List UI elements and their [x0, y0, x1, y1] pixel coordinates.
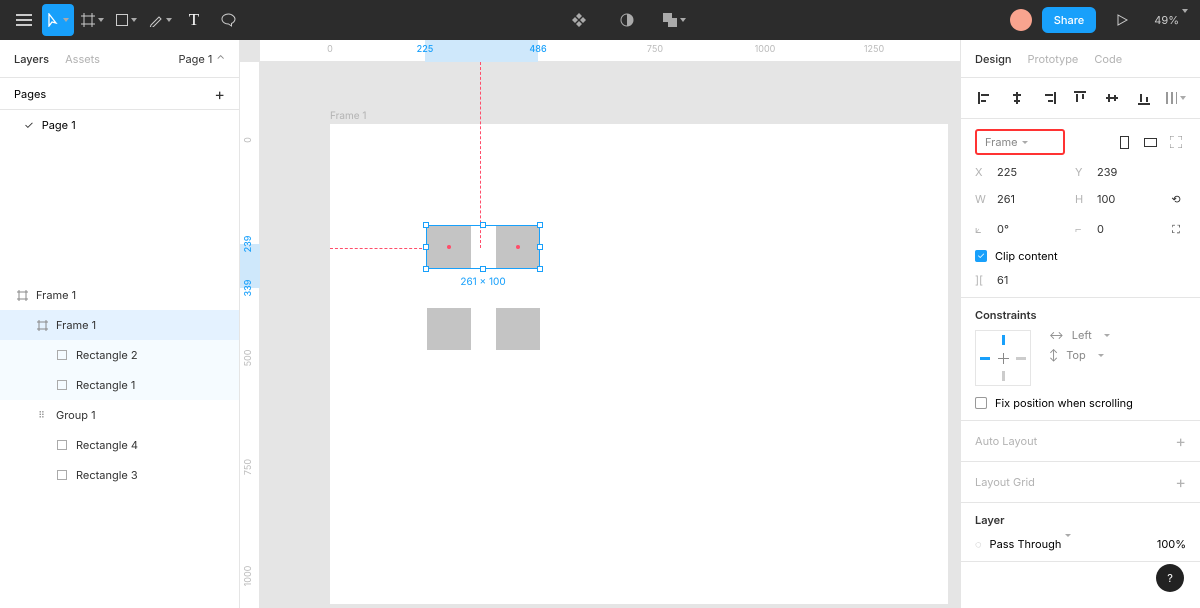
- tab-prototype[interactable]: Prototype: [1028, 52, 1079, 66]
- gap-input[interactable]: 61: [997, 273, 1047, 287]
- rotation-input[interactable]: 0°: [997, 222, 1047, 236]
- layer-rect[interactable]: Rectangle 4: [0, 430, 239, 460]
- avatar[interactable]: [1010, 9, 1032, 31]
- blend-icon: ◌: [975, 537, 982, 551]
- artboard-label[interactable]: Frame 1: [330, 110, 366, 122]
- w-input[interactable]: 261: [997, 192, 1047, 206]
- layer-rect[interactable]: Rectangle 3: [0, 460, 239, 490]
- align-h-center-icon[interactable]: [1007, 88, 1027, 108]
- ruler-vertical: 0 239 339 500 750 1000: [240, 62, 260, 608]
- angle-icon: ⟀: [975, 222, 989, 237]
- artboard[interactable]: [330, 124, 948, 604]
- left-panel: Layers Assets Page 1 ⌃ Pages + ✓Page 1 F…: [0, 40, 240, 608]
- orient-portrait-icon[interactable]: [1114, 132, 1134, 152]
- selection-dims: 261 × 100: [460, 276, 505, 288]
- align-v-center-icon[interactable]: [1102, 88, 1122, 108]
- constraints-box[interactable]: [975, 330, 1031, 386]
- frame-type-select[interactable]: Frame: [975, 129, 1065, 155]
- opacity-input[interactable]: 100%: [1157, 537, 1186, 551]
- y-input[interactable]: 239: [1097, 165, 1147, 179]
- blend-select[interactable]: Pass Through: [990, 537, 1072, 551]
- align-top-icon[interactable]: [1070, 88, 1090, 108]
- page-item[interactable]: ✓Page 1: [0, 110, 239, 140]
- zoom-level[interactable]: 49%: [1154, 13, 1188, 27]
- tab-assets[interactable]: Assets: [65, 52, 100, 66]
- align-row: [961, 78, 1200, 119]
- add-autolayout[interactable]: +: [1175, 431, 1186, 451]
- expand-icon[interactable]: ⛶: [1166, 219, 1186, 239]
- align-right-icon[interactable]: [1039, 88, 1059, 108]
- fix-checkbox[interactable]: [975, 397, 987, 409]
- clip-checkbox[interactable]: ✓: [975, 250, 987, 262]
- radius-icon: ⌐: [1075, 222, 1089, 236]
- x-input[interactable]: 225: [997, 165, 1047, 179]
- tab-design[interactable]: Design: [975, 52, 1012, 66]
- top-toolbar: T Share 49%: [0, 0, 1200, 40]
- move-tool[interactable]: [42, 4, 74, 36]
- frame-tool[interactable]: [76, 4, 108, 36]
- align-bottom-icon[interactable]: [1134, 88, 1154, 108]
- add-grid[interactable]: +: [1175, 472, 1186, 492]
- rect-3[interactable]: [427, 308, 471, 350]
- layout-grid-header: Layout Grid: [975, 475, 1035, 489]
- distribute-icon[interactable]: [1166, 88, 1186, 108]
- page-selector[interactable]: Page 1 ⌃: [178, 52, 225, 66]
- add-page-button[interactable]: +: [214, 84, 225, 104]
- radius-input[interactable]: 0: [1097, 222, 1147, 236]
- share-button[interactable]: Share: [1042, 7, 1096, 33]
- tab-code[interactable]: Code: [1094, 52, 1122, 66]
- orient-landscape-icon[interactable]: [1140, 132, 1160, 152]
- layer-frame[interactable]: Frame 1: [0, 280, 239, 310]
- pen-tool[interactable]: [144, 4, 176, 36]
- layer-frame[interactable]: Frame 1: [0, 310, 239, 340]
- layer-header: Layer: [975, 513, 1186, 527]
- layer-group[interactable]: ⠿Group 1: [0, 400, 239, 430]
- auto-layout-header: Auto Layout: [975, 434, 1037, 448]
- rect-4[interactable]: [496, 308, 540, 350]
- shape-tool[interactable]: [110, 4, 142, 36]
- align-left-icon[interactable]: [975, 88, 995, 108]
- gap-icon: ]​[: [975, 273, 989, 287]
- canvas: 0 225 486 750 1000 1250 1500 0 239 339 5…: [240, 40, 960, 608]
- menu-icon[interactable]: [8, 4, 40, 36]
- selection[interactable]: [426, 225, 540, 269]
- constraint-v[interactable]: ↕Top: [1049, 348, 1110, 362]
- link-icon[interactable]: ⟲: [1166, 189, 1186, 209]
- tab-layers[interactable]: Layers: [14, 52, 49, 66]
- right-panel: Design Prototype Code Frame X225 Y239 W2…: [960, 40, 1200, 608]
- layer-rect[interactable]: Rectangle 2: [0, 340, 239, 370]
- boolean-icon[interactable]: [659, 4, 691, 36]
- components-icon[interactable]: [563, 4, 595, 36]
- mask-icon[interactable]: [611, 4, 643, 36]
- constraint-h[interactable]: ↔Left: [1049, 328, 1110, 342]
- layer-rect[interactable]: Rectangle 1: [0, 370, 239, 400]
- comment-tool[interactable]: [212, 4, 244, 36]
- h-input[interactable]: 100: [1097, 192, 1147, 206]
- present-icon[interactable]: [1106, 4, 1138, 36]
- constraints-header: Constraints: [975, 308, 1186, 322]
- resize-fit-icon[interactable]: [1166, 132, 1186, 152]
- ruler-horizontal: 0 225 486 750 1000 1250 1500: [260, 40, 960, 62]
- text-tool[interactable]: T: [178, 4, 210, 36]
- help-button[interactable]: ?: [1156, 564, 1184, 592]
- pages-header: Pages: [14, 87, 46, 101]
